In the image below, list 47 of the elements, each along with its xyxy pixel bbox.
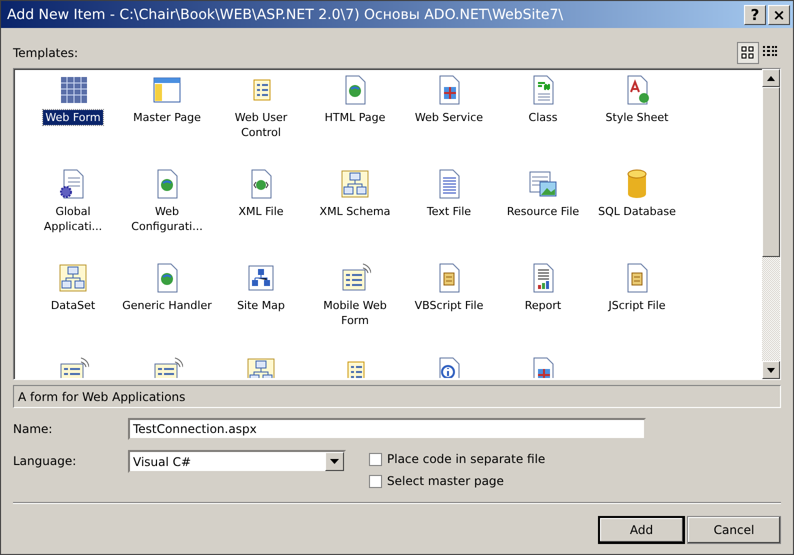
description-bar: A form for Web Applications — [13, 385, 781, 408]
add-button[interactable]: Add — [598, 516, 685, 544]
scrollbar[interactable] — [762, 69, 780, 379]
template-item[interactable]: Web Configurati... — [120, 204, 214, 234]
cancel-button[interactable]: Cancel — [687, 516, 781, 544]
diagram-icon — [57, 262, 89, 294]
template-item[interactable]: Class — [526, 110, 560, 125]
template-item[interactable]: Report — [522, 298, 564, 313]
template-item[interactable]: Master Page — [131, 110, 203, 125]
diagram-icon — [339, 168, 371, 200]
template-item[interactable]: Generic Handler — [120, 298, 214, 313]
scroll-thumb[interactable] — [762, 87, 780, 257]
name-field[interactable]: TestConnection.aspx — [128, 418, 646, 440]
templates-label: Templates: — [13, 46, 78, 60]
template-item[interactable]: Site Map — [235, 298, 287, 313]
checkbox[interactable] — [369, 474, 382, 488]
scroll-down-button[interactable] — [762, 361, 780, 379]
close-button[interactable]: × — [768, 4, 790, 24]
template-item[interactable]: Mobile Web Form — [308, 298, 402, 328]
template-item[interactable]: HTML Page — [322, 110, 388, 125]
template-item[interactable]: Global Applicati... — [26, 204, 120, 234]
scroll-up-button[interactable] — [762, 69, 780, 87]
template-item[interactable]: DataSet — [48, 298, 98, 313]
language-dropdown[interactable]: Visual C# — [128, 450, 346, 473]
template-item[interactable]: VBScript File — [412, 298, 486, 313]
name-label: Name: — [13, 421, 54, 436]
template-item[interactable]: XML File — [236, 204, 286, 219]
template-item[interactable]: Text File — [424, 204, 474, 219]
window-title: Add New Item - C:\Chair\Book\WEB\ASP.NET 2.0\7) Основы ADO.NET\WebSite7\ — [7, 6, 564, 22]
option-label: Select master page — [387, 474, 504, 488]
template-item[interactable]: JScript File — [606, 298, 668, 313]
help-button[interactable]: ? — [744, 4, 766, 24]
template-item[interactable]: Resource File — [504, 204, 582, 219]
template-item[interactable]: SQL Database — [596, 204, 678, 219]
template-item[interactable]: Style Sheet — [604, 110, 670, 125]
large-icons-button[interactable] — [737, 42, 759, 64]
option-label: Place code in separate file — [387, 452, 546, 466]
up-arrow-icon — [767, 76, 775, 80]
down-arrow-icon — [767, 368, 775, 372]
template-item[interactable]: Web Form — [43, 110, 103, 125]
template-item[interactable]: XML Schema — [318, 204, 392, 219]
checkbox[interactable] — [369, 452, 382, 466]
caret-icon — [330, 459, 339, 464]
template-item[interactable]: Web Service — [412, 110, 486, 125]
large-icons-icon — [740, 45, 756, 61]
language-label: Language: — [13, 453, 78, 468]
template-item[interactable]: Web User Control — [214, 110, 308, 140]
